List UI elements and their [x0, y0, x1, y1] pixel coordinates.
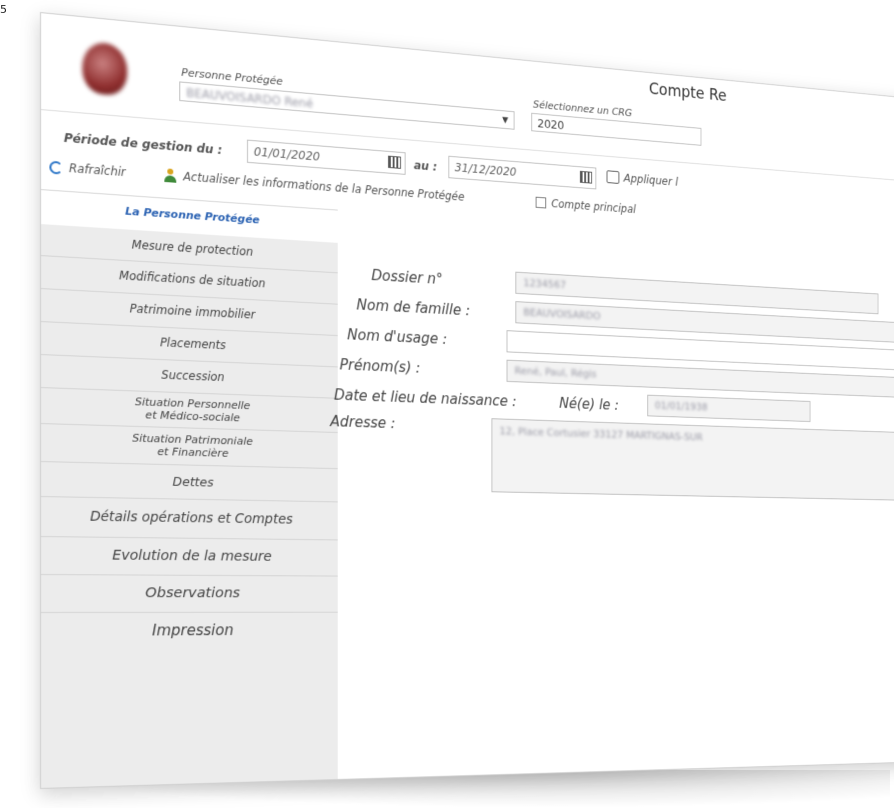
- family-name-label: Nom de famille :: [356, 296, 470, 320]
- checkbox[interactable]: [535, 196, 547, 209]
- address-label: Adresse :: [330, 412, 396, 432]
- tab-impression[interactable]: Impression: [41, 613, 338, 651]
- calendar-icon[interactable]: [579, 170, 593, 184]
- sidebar: La Personne Protégée Mesure de protectio…: [41, 189, 338, 788]
- tab-observations[interactable]: Observations: [41, 575, 338, 613]
- person-icon: [163, 168, 177, 183]
- corner-mark: 5: [0, 3, 7, 16]
- period-to-value: 31/12/2020: [454, 160, 517, 179]
- refresh-label: Rafraîchir: [68, 161, 126, 180]
- window-title: Compte Re: [648, 80, 727, 106]
- address-value: 12, Place Cortusier 33127 MARTIGNAS-SUR: [499, 424, 703, 444]
- dossier-label: Dossier n°: [371, 266, 443, 288]
- period-label: Période de gestion du :: [63, 130, 223, 158]
- born-on-input[interactable]: 01/01/1938: [647, 394, 811, 423]
- apply-button[interactable]: Appliquer l: [606, 170, 679, 189]
- family-name-value: BEAUVOISARDO: [523, 306, 601, 323]
- update-person-label: Actualiser les informations de la Person…: [183, 169, 465, 204]
- app-window: Compte Re Personne Protégée BEAUVOISARDO…: [40, 12, 894, 789]
- period-to-input[interactable]: 31/12/2020: [448, 155, 597, 190]
- main-account-checkbox[interactable]: Compte principal: [535, 196, 636, 216]
- chevron-down-icon: ▼: [502, 115, 509, 126]
- update-person-button[interactable]: Actualiser les informations de la Person…: [163, 168, 465, 204]
- crg-value: 2020: [537, 117, 565, 133]
- first-names-value: René, Paul, Régis: [514, 364, 597, 381]
- period-to-label: au :: [413, 158, 438, 174]
- period-from-value: 01/01/2020: [253, 144, 320, 164]
- born-on-label: Né(e) le :: [559, 394, 619, 414]
- screenshot-stage: 5 Compte Re Personne Protégée BEAUVOISAR…: [0, 0, 894, 808]
- tab-details-operations[interactable]: Détails opérations et Comptes: [41, 497, 338, 541]
- apply-icon: [606, 170, 620, 184]
- calendar-icon[interactable]: [388, 155, 401, 169]
- birth-label: Date et lieu de naissance :: [333, 386, 517, 410]
- protected-person-select[interactable]: BEAUVOISARDO René ▼: [179, 81, 515, 130]
- main-account-label: Compte principal: [551, 196, 636, 216]
- address-textarea[interactable]: 12, Place Cortusier 33127 MARTIGNAS-SUR: [491, 418, 894, 502]
- tab-dettes[interactable]: Dettes: [41, 462, 338, 503]
- usage-name-label: Nom d'usage :: [347, 326, 448, 348]
- first-names-label: Prénom(s) :: [339, 356, 421, 377]
- tab-evolution-mesure[interactable]: Evolution de la mesure: [41, 537, 338, 577]
- born-on-value: 01/01/1938: [654, 399, 708, 414]
- apply-label: Appliquer l: [623, 171, 679, 189]
- dossier-value: 1234567: [523, 276, 567, 292]
- avatar: [82, 41, 128, 97]
- refresh-button[interactable]: Rafraîchir: [49, 160, 126, 180]
- content-panel: Dossier n° 1234567 Nom de famille : BEAU…: [330, 209, 894, 779]
- refresh-icon: [49, 160, 63, 175]
- protected-person-value: BEAUVOISARDO René: [186, 85, 314, 111]
- period-from-input[interactable]: 01/01/2020: [247, 139, 406, 175]
